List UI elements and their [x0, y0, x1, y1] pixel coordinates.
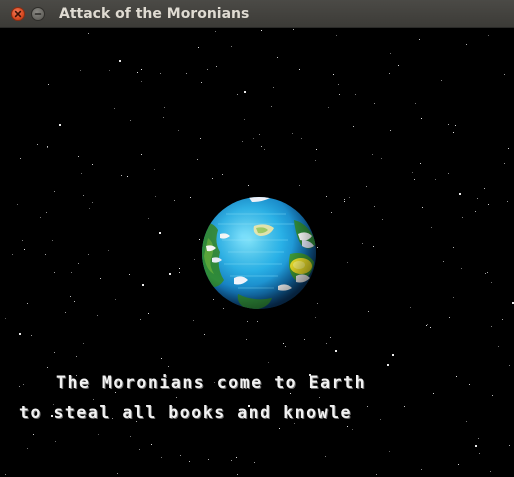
story-line-2: to steal all books and knowle: [19, 403, 353, 422]
minimize-icon: [34, 13, 42, 15]
game-canvas[interactable]: The Moronians come to Earth to steal all…: [0, 28, 514, 477]
close-button[interactable]: [11, 7, 25, 21]
story-line-1: The Moronians come to Earth: [56, 373, 367, 392]
title-bar[interactable]: Attack of the Moronians: [0, 0, 514, 28]
story-text: The Moronians come to Earth to steal all…: [0, 28, 514, 477]
game-window: Attack of the Moronians The Moronians co…: [0, 0, 514, 477]
window-title: Attack of the Moronians: [59, 6, 250, 22]
close-icon: [14, 10, 22, 18]
minimize-button[interactable]: [31, 7, 45, 21]
